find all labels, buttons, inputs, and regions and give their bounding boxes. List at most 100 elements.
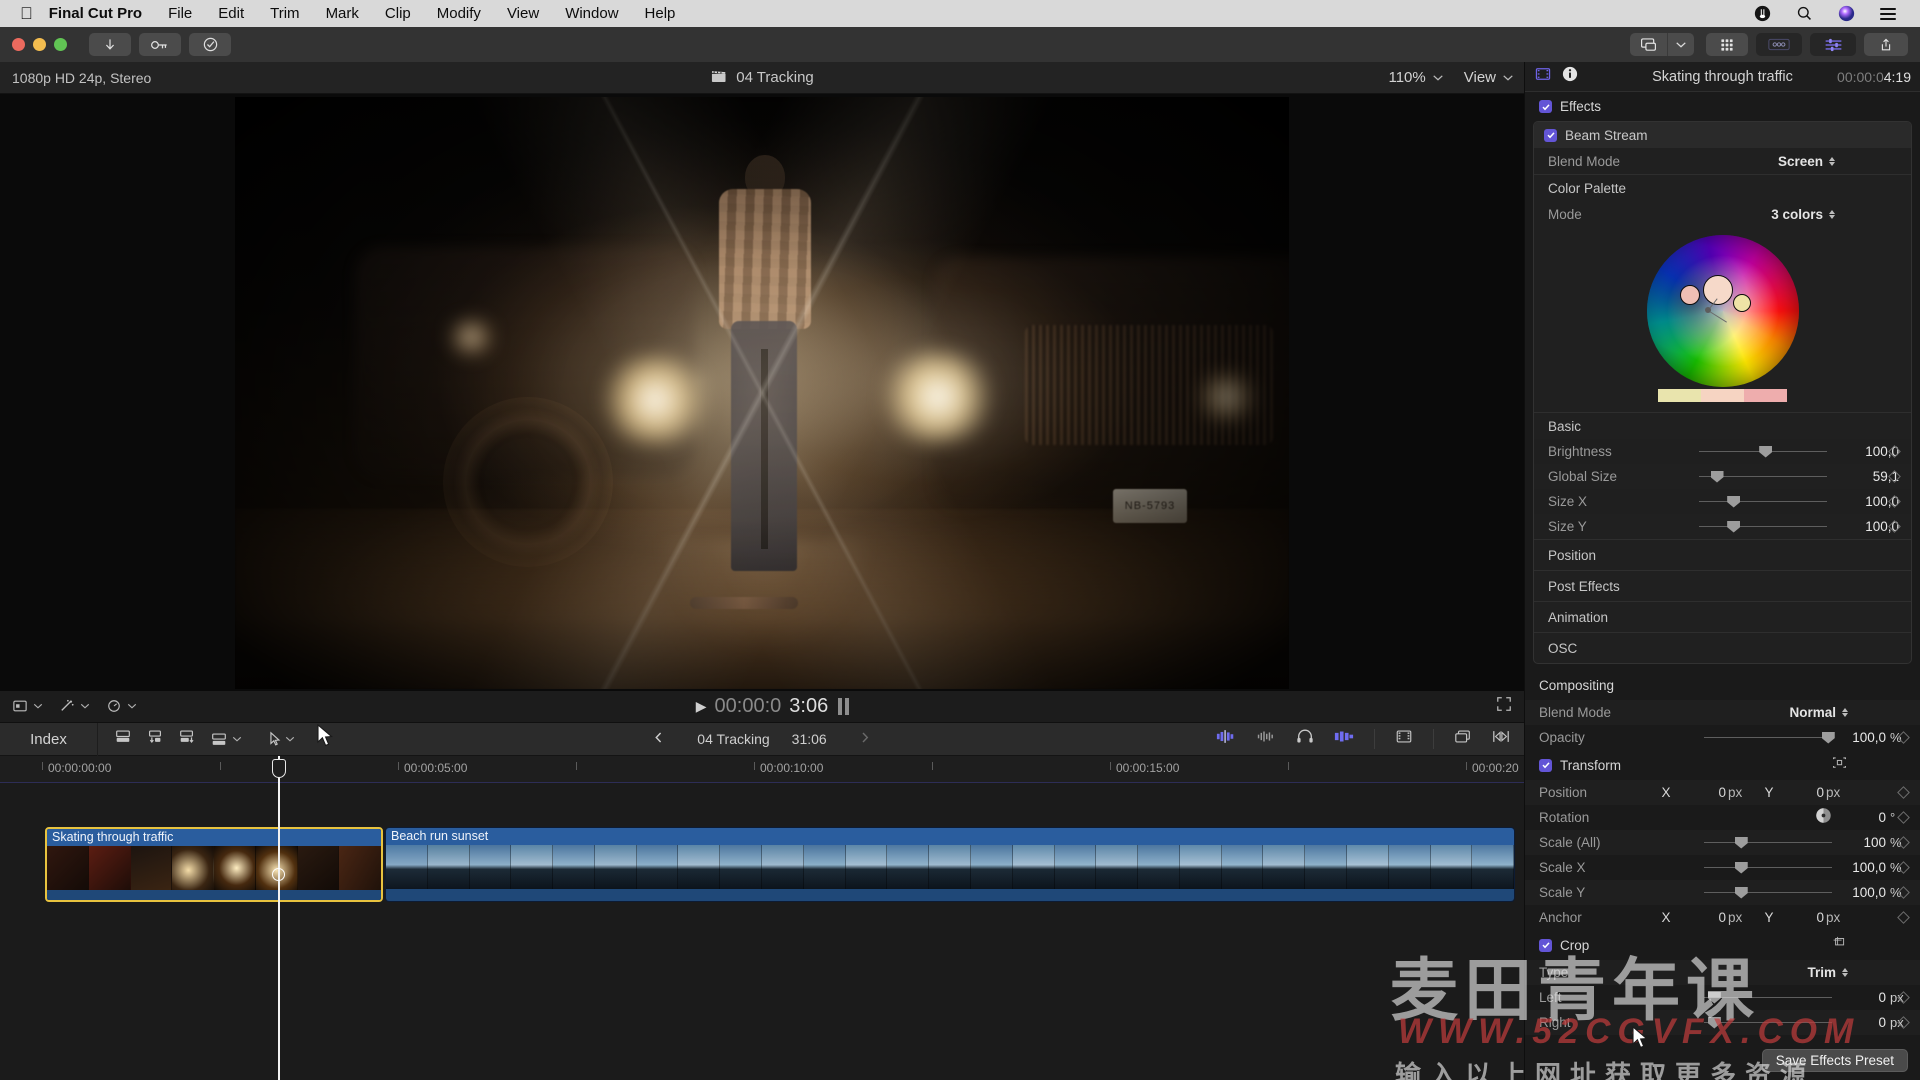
size-y-slider[interactable]: [1699, 520, 1827, 534]
crop-left-slider[interactable]: [1704, 991, 1832, 1005]
import-media-button[interactable]: [89, 33, 131, 56]
keyword-editor-button[interactable]: [139, 33, 181, 56]
rotation-dial[interactable]: [1815, 807, 1832, 829]
global-size-slider[interactable]: [1699, 470, 1827, 484]
timeline-body[interactable]: Skating through traffic Beach run sunset: [0, 783, 1524, 1080]
siri-icon[interactable]: [1836, 4, 1856, 24]
beam-blend-mode-popup[interactable]: Screen: [1778, 154, 1835, 169]
color-wheel[interactable]: [1646, 235, 1799, 387]
viewer-fullscreen-button[interactable]: [1496, 696, 1512, 717]
on-screen-controls-icon[interactable]: [1832, 936, 1848, 954]
enhancements-button[interactable]: [189, 33, 231, 56]
transform-checkbox[interactable]: [1539, 758, 1552, 772]
menu-item-window[interactable]: Window: [565, 5, 618, 22]
search-icon[interactable]: [1794, 4, 1814, 24]
swatch-3[interactable]: [1744, 389, 1788, 402]
on-screen-controls-icon[interactable]: [1831, 756, 1848, 775]
timeline-playhead[interactable]: [278, 783, 280, 1080]
control-center-icon[interactable]: [1878, 4, 1898, 24]
inspector-scroll-area[interactable]: Effects Beam Stream Blend Mode Screen Co…: [1525, 92, 1920, 1080]
chevron-down-icon[interactable]: [1667, 33, 1694, 56]
anchor-x-value[interactable]: 0: [1686, 910, 1726, 925]
brightness-slider[interactable]: [1699, 445, 1827, 459]
scale-y-value[interactable]: 100,0: [1840, 885, 1886, 900]
close-window-button[interactable]: [12, 38, 25, 51]
minimize-window-button[interactable]: [33, 38, 46, 51]
compositing-blend-mode-popup[interactable]: Normal: [1789, 705, 1848, 720]
playhead-knob[interactable]: [271, 759, 286, 778]
section-osc[interactable]: OSC: [1534, 633, 1911, 663]
solo-icon[interactable]: [1256, 730, 1276, 748]
menu-item-file[interactable]: File: [168, 5, 192, 22]
anchor-keyframe-button[interactable]: [1897, 911, 1910, 924]
section-position[interactable]: Position: [1534, 540, 1911, 570]
stepper-icon[interactable]: [1842, 708, 1848, 717]
opacity-value[interactable]: 100,0: [1840, 730, 1886, 745]
browser-toggle-button[interactable]: [1706, 33, 1748, 56]
swatch-2[interactable]: [1700, 389, 1745, 402]
select-tool-menu[interactable]: [268, 731, 295, 747]
beam-stream-checkbox[interactable]: [1544, 128, 1557, 142]
position-y-value[interactable]: 0: [1784, 785, 1824, 800]
timeline-index-button[interactable]: [1756, 33, 1802, 56]
share-button[interactable]: [1864, 33, 1908, 56]
timeline-clip-skating[interactable]: Skating through traffic: [45, 827, 383, 902]
timeline-clip-beach[interactable]: Beach run sunset: [385, 827, 1515, 902]
timeline-ruler[interactable]: 00:00:00:00 00:00:05:00 00:00:10:00 00:0…: [0, 756, 1524, 783]
retime-button[interactable]: [106, 699, 137, 713]
menu-item-view[interactable]: View: [507, 5, 539, 22]
video-preview-frame[interactable]: NB-5793: [235, 96, 1289, 689]
view-options-popup[interactable]: View: [1464, 69, 1514, 86]
chevron-right-icon[interactable]: [861, 731, 870, 747]
video-inspector-icon[interactable]: [1535, 67, 1551, 86]
crop-right-value[interactable]: 0: [1840, 1015, 1886, 1030]
menu-item-help[interactable]: Help: [645, 5, 676, 22]
audio-meters-icon[interactable]: [1334, 730, 1354, 748]
scale-x-slider[interactable]: [1704, 861, 1832, 875]
beam-stream-header[interactable]: Beam Stream: [1534, 122, 1911, 148]
effects-wand-button[interactable]: [59, 699, 90, 713]
swatch-1[interactable]: [1657, 389, 1701, 402]
section-post-effects[interactable]: Post Effects: [1534, 571, 1911, 601]
transform-tool-button[interactable]: [12, 699, 43, 713]
timeline-index-button[interactable]: Index: [0, 722, 98, 756]
append-edit-icon[interactable]: [178, 729, 196, 749]
viewer-timecode[interactable]: ▶ 00:00:0 3:06: [696, 695, 828, 718]
stepper-icon[interactable]: [1842, 968, 1848, 977]
window-traffic-lights[interactable]: [12, 38, 67, 51]
overwrite-edit-menu[interactable]: [210, 732, 242, 747]
stepper-icon[interactable]: [1829, 209, 1835, 219]
crop-right-slider[interactable]: [1704, 1016, 1832, 1030]
crop-left-value[interactable]: 0: [1840, 990, 1886, 1005]
position-keyframe-button[interactable]: [1897, 786, 1910, 799]
menu-item-edit[interactable]: Edit: [218, 5, 244, 22]
audio-skimming-icon[interactable]: [1216, 730, 1236, 748]
menu-item-clip[interactable]: Clip: [385, 5, 411, 22]
viewer-stage[interactable]: NB-5793: [0, 94, 1524, 691]
zoom-window-button[interactable]: [54, 38, 67, 51]
scale-all-value[interactable]: 100: [1840, 835, 1886, 850]
color-wheel-area[interactable]: [1534, 227, 1911, 412]
menu-app-name[interactable]: Final Cut Pro: [49, 5, 142, 22]
palette-handle-2[interactable]: [1732, 294, 1751, 312]
color-palette-mode-popup[interactable]: 3 colors: [1771, 207, 1835, 222]
chevron-left-icon[interactable]: [654, 731, 663, 747]
rotation-value[interactable]: 0: [1846, 810, 1886, 825]
scale-all-slider[interactable]: [1704, 836, 1832, 850]
scale-y-slider[interactable]: [1704, 886, 1832, 900]
color-wheel-center-handle[interactable]: [1704, 307, 1711, 313]
insert-edit-icon[interactable]: [114, 729, 132, 749]
info-inspector-icon[interactable]: [1562, 66, 1578, 87]
ruler-playhead-knob-wrap[interactable]: [271, 756, 286, 783]
connect-clip-icon[interactable]: [146, 729, 164, 749]
position-x-value[interactable]: 0: [1686, 785, 1726, 800]
anchor-y-value[interactable]: 0: [1784, 910, 1824, 925]
color-palette-swatches[interactable]: [1657, 389, 1788, 402]
save-effects-preset-button[interactable]: Save Effects Preset: [1761, 1049, 1908, 1072]
music-app-icon[interactable]: [1752, 4, 1772, 24]
headphones-icon[interactable]: [1296, 729, 1314, 749]
section-animation[interactable]: Animation: [1534, 602, 1911, 632]
stepper-icon[interactable]: [1829, 156, 1835, 166]
dual-display-icon[interactable]: [1454, 729, 1472, 749]
scale-x-value[interactable]: 100,0: [1840, 860, 1886, 875]
